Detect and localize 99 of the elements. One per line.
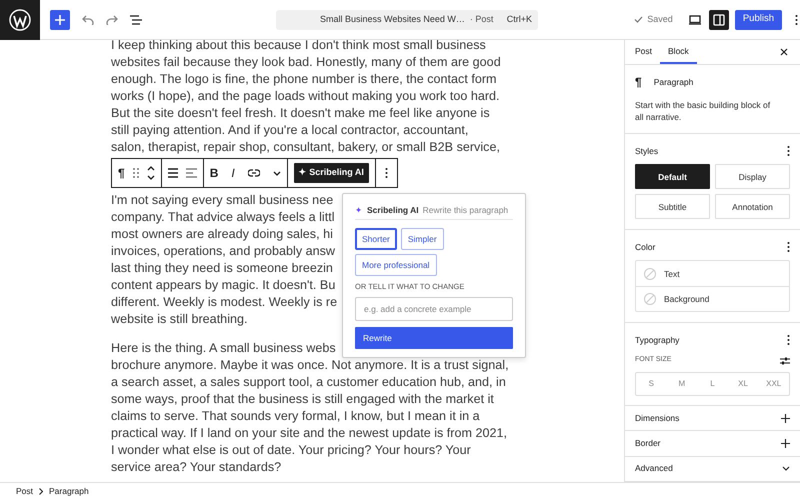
empty-swatch-icon — [644, 293, 656, 306]
sidebar-tab[interactable]: Block — [660, 40, 697, 64]
document-title: Small Business Websites Need W… — [320, 12, 465, 26]
settings-icon[interactable] — [780, 356, 790, 365]
plus-icon — [781, 414, 790, 423]
text-line: last thing they need is someone breezin — [111, 260, 333, 277]
breadcrumb-link[interactable]: Post — [16, 485, 34, 498]
text-line: content appears by magic. It doesn't. Bu — [111, 277, 336, 294]
text-line: salon, therapist, repair shop, consultant, bakery, or small B2B service, — [111, 139, 500, 156]
style-option[interactable]: Subtitle — [635, 194, 710, 220]
text-line: company. That advice always feels a littl — [111, 209, 335, 226]
plus-icon — [781, 438, 790, 448]
redo-icon — [106, 14, 118, 24]
color-option[interactable]: Text — [636, 261, 789, 286]
move-arrows-icon[interactable] — [146, 165, 155, 181]
font-size-option[interactable]: M — [666, 372, 698, 395]
chevron-down-icon — [782, 466, 790, 472]
text-line: But the site doesn't feel fresh. It doesn't make me feel like anyone is — [111, 105, 490, 122]
popover-subtitle: Rewrite this paragraph — [422, 204, 508, 217]
block-description: Start with the basic building block of all narrative. — [635, 99, 772, 124]
preview-button[interactable] — [688, 14, 701, 24]
text-line: works (I hope), and the page loads without making you work too hard. — [111, 88, 500, 105]
section-title: Color — [635, 241, 656, 254]
undo-icon — [82, 14, 94, 24]
save-status: Saved — [647, 12, 673, 26]
close-icon — [780, 48, 788, 56]
list-view-button[interactable] — [130, 14, 142, 24]
text-line: invoices, operations, and probably answ — [111, 243, 336, 260]
text-line: I'm not saying every small business nee — [111, 192, 334, 209]
font-size-option[interactable]: S — [636, 372, 667, 395]
post-type-label: · Post — [470, 12, 494, 26]
text-line: practical way. If I land on your site and the newest update is from 2021, — [111, 425, 507, 442]
drag-handle-icon[interactable] — [132, 168, 139, 178]
font-size-option[interactable]: XXL — [758, 372, 789, 395]
section-title: Styles — [635, 145, 658, 158]
empty-swatch-icon — [644, 268, 656, 280]
preset-chip[interactable]: Shorter — [355, 228, 397, 250]
ai-button[interactable]: ✦ Scribeling AI — [294, 163, 369, 183]
sidebar-icon — [712, 14, 725, 26]
text-line: a search asset, a sales support tool, a customer education hub, and, in — [111, 374, 506, 391]
shortcut-label: Ctrl+K — [506, 12, 532, 26]
publish-button[interactable]: Publish — [734, 10, 782, 30]
text-line: service area? Your standards? — [111, 459, 282, 476]
site-logo-icon — [9, 8, 31, 30]
text-line: I keep thinking about this because I don't think most small business — [111, 40, 486, 54]
block-type-button[interactable]: ¶ — [118, 164, 125, 182]
prompt-input[interactable]: e.g. add a concrete example — [355, 297, 513, 321]
section-title: Typography — [635, 334, 680, 347]
block-icon: ¶ — [635, 73, 642, 92]
color-option[interactable]: Background — [636, 286, 789, 312]
popover-title: Scribeling AI — [367, 204, 419, 217]
more-icon[interactable] — [787, 145, 790, 158]
text-line: different. Weekly is modest. Weekly is re — [111, 294, 338, 311]
text-line: most owners are already doing sales, hi — [111, 226, 333, 243]
text-line: Here is the thing. A small business webs — [111, 340, 336, 357]
more-button[interactable] — [795, 14, 798, 26]
settings-button[interactable] — [708, 10, 729, 30]
align-icon[interactable] — [168, 168, 178, 178]
more-icon — [795, 14, 798, 26]
more-icon[interactable] — [787, 334, 790, 346]
panel-header[interactable]: Advanced — [625, 456, 800, 482]
text-line: brochure anymore. Maybe it was once. Not anymore. It is a trust signal, — [111, 357, 509, 374]
block-name: Paragraph — [654, 76, 694, 89]
command-bar[interactable]: Small Business Websites Need W… · Post Ctrl+K — [276, 10, 538, 30]
italic-button[interactable]: I — [231, 164, 235, 182]
sidebar-tab[interactable]: Post — [627, 40, 660, 64]
preset-chip[interactable]: Simpler — [400, 228, 444, 250]
list-view-icon — [130, 14, 142, 24]
check-icon — [634, 16, 644, 23]
rewrite-button[interactable]: Rewrite — [355, 327, 513, 349]
chevron-down-icon[interactable] — [272, 170, 281, 176]
text-line: enough. The logo is fine, the phone number is there, the contact form — [111, 71, 497, 88]
desktop-icon — [688, 14, 701, 24]
text-line: claims to serve. That sounds very formal, I know, but I mean it in a — [111, 408, 480, 425]
add-block-button[interactable] — [50, 10, 70, 30]
bold-button[interactable]: B — [210, 164, 218, 182]
link-icon[interactable] — [248, 169, 260, 177]
undo-button[interactable] — [82, 14, 94, 24]
style-option[interactable]: Annotation — [715, 194, 790, 220]
more-icon[interactable] — [787, 241, 790, 254]
plus-icon — [55, 14, 65, 24]
style-option[interactable]: Default — [635, 164, 710, 190]
text-line: I wonder what else is out of date. Your pricing? Your hours? Your — [111, 442, 471, 459]
chevron-right-icon — [39, 488, 44, 495]
style-option[interactable]: Display — [715, 164, 790, 190]
panel-header[interactable]: Dimensions — [625, 406, 800, 432]
preset-chip[interactable]: More professional — [355, 254, 437, 276]
font-size-option[interactable]: L — [697, 372, 728, 395]
text-line: some ways, proof that the business is still engaged with the market it — [111, 391, 494, 408]
redo-button[interactable] — [106, 14, 118, 24]
text-line: still paying attention. And if you're a local contractor, accountant, — [111, 122, 468, 139]
sparkle-icon: ✦ — [355, 204, 363, 217]
text-line: website is still breathing. — [111, 311, 248, 328]
breadcrumb-link[interactable]: Paragraph — [49, 485, 89, 498]
panel-header[interactable]: Border — [625, 431, 800, 457]
text-align-icon[interactable] — [186, 168, 197, 178]
more-icon[interactable] — [384, 167, 388, 179]
font-size-option[interactable]: XL — [728, 372, 758, 395]
text-line: websites fail because they look bad. Honestly, many of them are good — [111, 54, 501, 71]
